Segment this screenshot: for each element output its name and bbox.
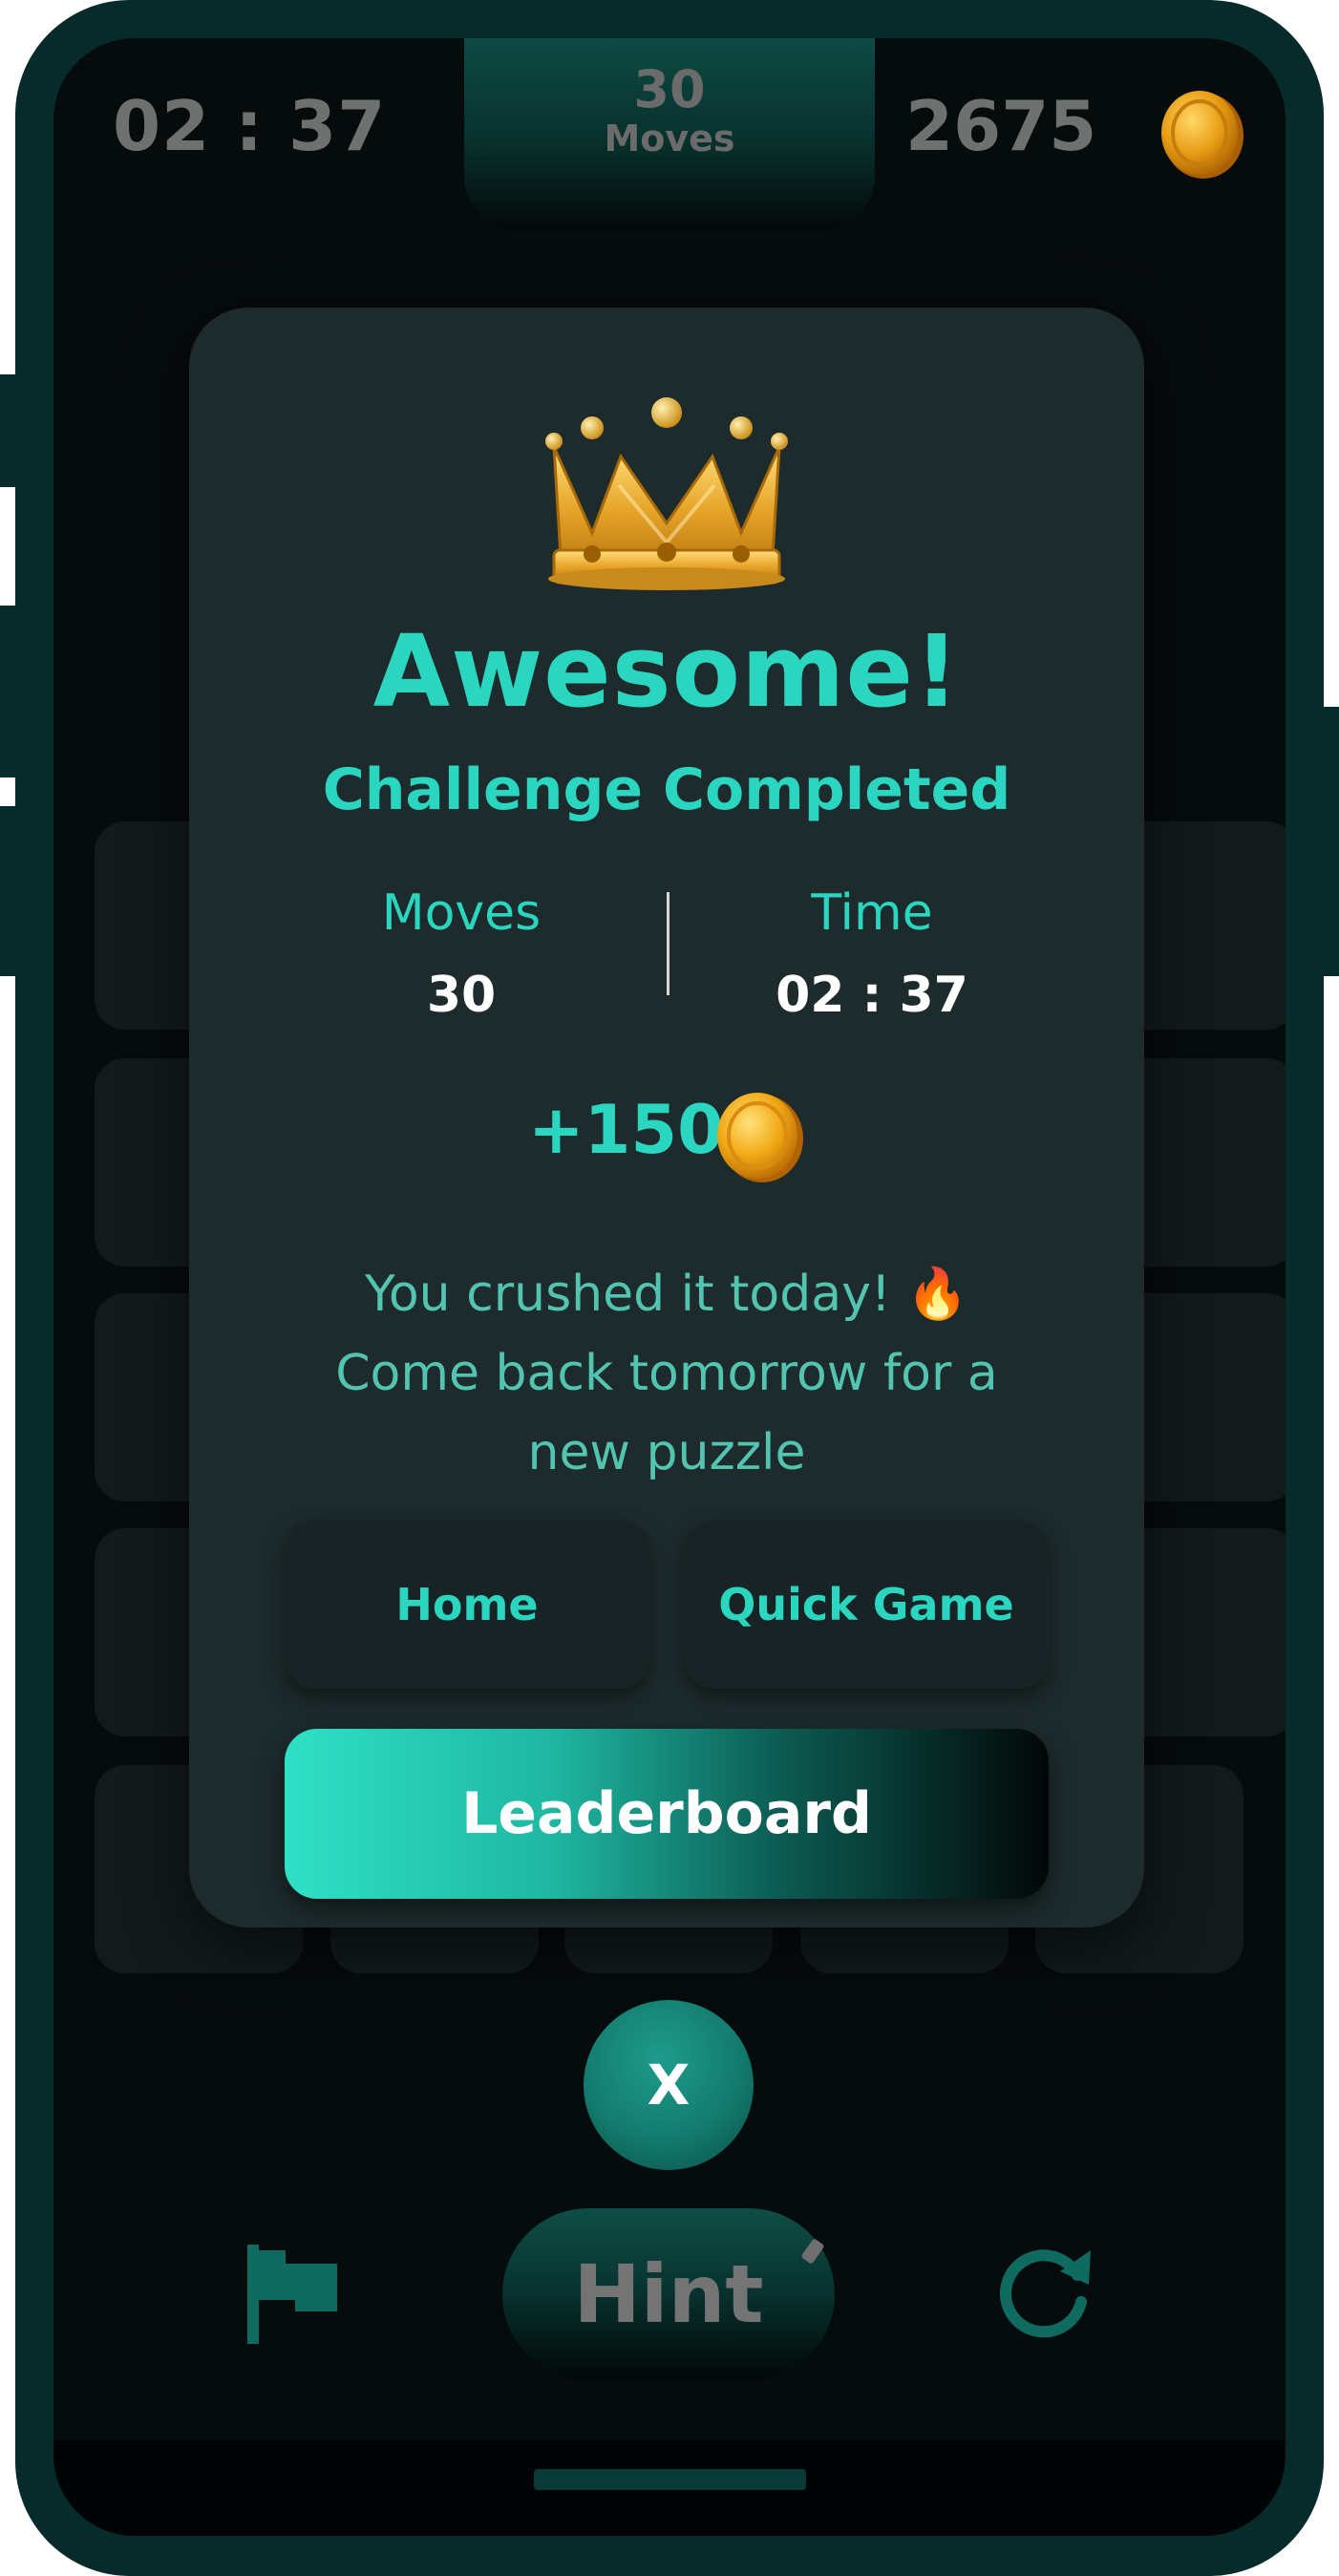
- challenge-complete-modal: Awesome! Challenge Completed Moves 30 Ti…: [189, 308, 1144, 1927]
- moves-stat-label: Moves: [381, 884, 542, 942]
- timer-display: 02 : 37: [113, 86, 387, 166]
- message-line: Come back tomorrow for a: [335, 1345, 998, 1402]
- moves-label: Moves: [604, 117, 735, 160]
- game-screen: 02 : 37 30 Moves 2675 Awesome! Challenge…: [53, 38, 1286, 2536]
- home-indicator[interactable]: [534, 2469, 806, 2490]
- home-button[interactable]: Home: [285, 1521, 649, 1689]
- side-button-left-1: [0, 374, 19, 487]
- completion-message: You crushed it today! 🔥 Come back tomorr…: [189, 1255, 1144, 1493]
- time-stat-label: Time: [811, 884, 933, 942]
- close-button[interactable]: X: [584, 2000, 754, 2170]
- message-line: new puzzle: [527, 1424, 806, 1481]
- flag-icon[interactable]: [247, 2245, 337, 2344]
- modal-title: Awesome!: [372, 613, 961, 730]
- quick-game-button[interactable]: Quick Game: [684, 1521, 1049, 1689]
- coin-icon: [717, 1093, 803, 1182]
- stat-divider: [667, 892, 670, 995]
- time-stat-value: 02 : 37: [776, 967, 968, 1024]
- side-button-left-2: [0, 606, 19, 777]
- coin-icon: [1161, 91, 1243, 179]
- message-line: You crushed it today! 🔥: [365, 1266, 968, 1323]
- moves-count: 30: [633, 59, 706, 119]
- leaderboard-button[interactable]: Leaderboard: [285, 1729, 1049, 1899]
- modal-subtitle: Challenge Completed: [322, 756, 1011, 823]
- crown-icon: [545, 397, 788, 590]
- side-button-left-3: [0, 806, 19, 976]
- coin-balance: 2675: [905, 86, 1097, 166]
- coin-reward: +150: [528, 1091, 724, 1169]
- moves-stat-value: 30: [426, 967, 497, 1024]
- moves-counter: 30 Moves: [464, 38, 875, 231]
- hint-button[interactable]: Hint: [502, 2208, 835, 2380]
- refresh-icon[interactable]: [997, 2243, 1096, 2342]
- side-button-right: [1320, 707, 1339, 976]
